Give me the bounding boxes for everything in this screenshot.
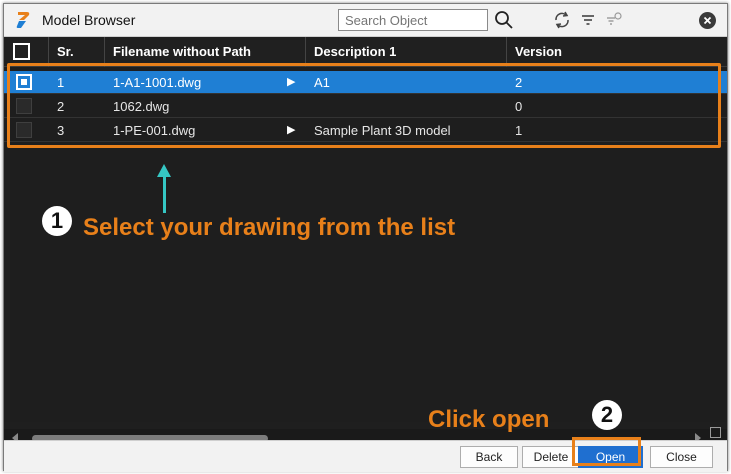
column-header-filename[interactable]: Filename without Path [105, 37, 306, 67]
row-description: A1 [314, 75, 330, 90]
row-filename: 1-A1-1001.dwg [113, 75, 202, 90]
row-filename: 1-PE-001.dwg [113, 123, 196, 138]
select-all-header [4, 37, 49, 67]
table-row[interactable]: 1 1-A1-1001.dwg ▶ A1 2 [4, 71, 727, 94]
row-filename: 1062.dwg [113, 99, 170, 114]
table-row[interactable]: 2 1062.dwg 0 [4, 95, 727, 118]
row-version: 1 [515, 123, 523, 138]
row-sr: 1 [57, 75, 65, 90]
step-1-badge: 1 [42, 206, 72, 236]
row-sr: 3 [57, 123, 65, 138]
refresh-icon[interactable] [552, 10, 572, 30]
open-button[interactable]: Open [578, 446, 643, 468]
footer-bar: Back Delete Open Close [4, 440, 727, 472]
expand-arrow-icon[interactable]: ▶ [287, 71, 295, 94]
resize-grip-icon[interactable] [710, 427, 721, 438]
close-icon[interactable] [699, 12, 716, 29]
step-2-badge: 2 [592, 400, 622, 430]
column-header-version[interactable]: Version [507, 37, 727, 67]
column-header-description[interactable]: Description 1 [306, 37, 507, 67]
row-version: 2 [515, 75, 523, 90]
row-description: Sample Plant 3D model [314, 123, 451, 138]
clear-filter-icon[interactable] [604, 10, 624, 30]
row-checkbox[interactable] [16, 98, 32, 114]
back-button[interactable]: Back [460, 446, 518, 468]
app-logo-icon [16, 12, 30, 28]
step-1-instruction: Select your drawing from the list [83, 214, 456, 241]
window-title: Model Browser [42, 12, 136, 28]
search-icon[interactable] [494, 10, 514, 30]
row-version: 0 [515, 99, 523, 114]
expand-arrow-icon[interactable]: ▶ [287, 119, 295, 142]
delete-button[interactable]: Delete [522, 446, 580, 468]
filter-icon[interactable] [578, 10, 598, 30]
table-header: Sr. Filename without Path Description 1 … [4, 37, 727, 67]
close-button[interactable]: Close [650, 446, 713, 468]
annotation-arrow-line [163, 175, 166, 213]
select-all-checkbox[interactable] [13, 43, 30, 60]
table-row[interactable]: 3 1-PE-001.dwg ▶ Sample Plant 3D model 1 [4, 119, 727, 142]
step-2-instruction: Click open [428, 406, 550, 433]
title-bar: Model Browser [4, 4, 727, 37]
column-header-sr[interactable]: Sr. [49, 37, 105, 67]
row-checkbox[interactable] [16, 122, 32, 138]
row-checkbox[interactable] [16, 74, 32, 90]
row-sr: 2 [57, 99, 65, 114]
search-input[interactable] [338, 9, 488, 31]
row-description [306, 95, 314, 118]
